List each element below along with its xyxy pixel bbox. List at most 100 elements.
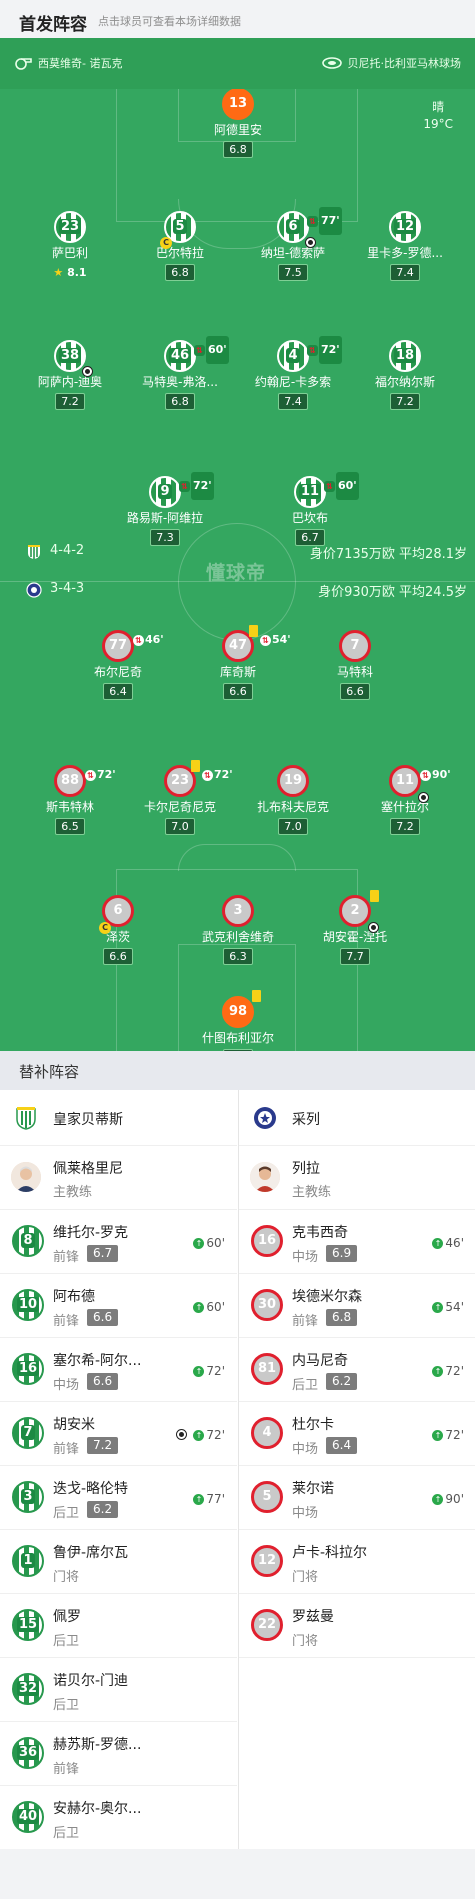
- sub-player-row[interactable]: 16 塞尔希-阿尔... 中场 6.6 ↑ 72': [0, 1338, 237, 1402]
- home-subs-column: 皇家贝蒂斯 佩莱格里尼 主教练 8 维托尔-罗克 前锋 6.7 ↑ 60' 10 阿布德 前锋 6…: [0, 1090, 237, 1850]
- away-coach-row[interactable]: 列拉 主教练: [239, 1146, 475, 1210]
- captain-icon: C: [99, 922, 111, 934]
- sub-player-row[interactable]: 5 莱尔诺 中场 ↑ 90': [239, 1466, 475, 1530]
- away-player[interactable]: 3 武克利舍维奇 6.3: [178, 895, 298, 965]
- player-number-badge: 16: [12, 1353, 44, 1385]
- home-player[interactable]: 6 ⇅ 77' 纳坦-德索萨 7.5: [233, 207, 353, 281]
- substitution-icon: ⇅: [324, 480, 335, 492]
- home-player[interactable]: 18 福尔纳尔斯 7.2: [345, 340, 465, 410]
- away-coach-role: 主教练: [292, 1185, 332, 1200]
- sub-player-position: 后卫: [53, 1826, 80, 1841]
- sub-player-row[interactable]: 40 安赫尔-奥尔... 后卫: [0, 1786, 237, 1850]
- player-number-badge: 5C: [160, 211, 196, 249]
- away-player[interactable]: 47 ⇅ 54' 库奇斯 6.6: [178, 625, 298, 700]
- away-player[interactable]: 98什图布利亚尔7.4: [178, 990, 298, 1051]
- substitution-marker: ⇅ 60': [324, 472, 359, 500]
- player-name: 福尔纳尔斯: [374, 375, 435, 389]
- sub-player-row[interactable]: 12 卢卡-科拉尔 门将: [239, 1530, 475, 1594]
- substitution-marker: ⇅ 72': [307, 336, 342, 364]
- player-rating: 6.8: [223, 141, 253, 158]
- sub-player-row[interactable]: 22 罗兹曼 门将: [239, 1594, 475, 1658]
- sub-player-name: 维托尔-罗克: [53, 1225, 129, 1241]
- player-rating: 7.4: [390, 264, 420, 281]
- header: 首发阵容 点击球员可查看本场详细数据: [0, 0, 475, 38]
- away-player[interactable]: 11 ⇅ 90' 塞什拉尔 7.2: [345, 765, 465, 835]
- home-player[interactable]: 13 阿德里安 6.8: [178, 89, 298, 158]
- pitch: 晴 19°C 4-4-2 身价7135万欧 平均28.1岁 懂球帝 3-4-3 …: [0, 89, 475, 1051]
- substitution-minute: 60': [206, 336, 229, 364]
- player-number-badge: 23 ⇅ 72': [164, 760, 233, 797]
- away-team-name: 采列: [292, 1112, 320, 1128]
- player-number: 2: [350, 903, 360, 918]
- home-team-row[interactable]: 皇家贝蒂斯: [0, 1090, 237, 1146]
- sub-in-minute: ↑ 54': [432, 1300, 464, 1314]
- sub-player-row[interactable]: 8 维托尔-罗克 前锋 6.7 ↑ 60': [0, 1210, 237, 1274]
- player-number-badge: 6C: [99, 895, 134, 934]
- player-name: 约翰尼-卡多索: [254, 375, 332, 389]
- away-team-row[interactable]: 采列: [239, 1090, 475, 1146]
- player-number-badge: 2: [339, 890, 379, 933]
- away-player[interactable]: 6 C 泽茨 6.6: [58, 895, 178, 965]
- player-rating: 6.3: [223, 948, 253, 965]
- sub-player-row[interactable]: 4 杜尔卡 中场 6.4 ↑ 72': [239, 1402, 475, 1466]
- substitution-marker: ⇅ 72': [179, 472, 214, 500]
- player-number-badge: 12: [389, 211, 421, 243]
- goal-ball-icon: [368, 922, 379, 933]
- player-number-badge: 36: [12, 1737, 44, 1769]
- sub-player-row[interactable]: 10 阿布德 前锋 6.6 ↑ 60': [0, 1274, 237, 1338]
- player-number: 46: [168, 348, 192, 363]
- home-player[interactable]: 12 里卡多-罗德... 7.4: [345, 211, 465, 281]
- subs-header: 替补阵容: [0, 1051, 475, 1090]
- home-player[interactable]: 9 ⇅ 72' 路易斯-阿维拉 7.3: [105, 472, 225, 546]
- player-number-badge: 7: [12, 1417, 44, 1449]
- home-player[interactable]: 38 阿萨内-迪奥 7.2: [10, 340, 130, 410]
- substitution-icon: ⇅: [420, 769, 431, 781]
- goal-ball-icon: [418, 792, 429, 803]
- sub-player-row[interactable]: 1 鲁伊-席尔瓦 门将: [0, 1530, 237, 1594]
- home-player[interactable]: 5 C 巴尔特拉 6.8: [120, 211, 240, 281]
- away-player[interactable]: 23 ⇅ 72' 卡尔尼奇尼克 7.0: [120, 760, 240, 835]
- substitution-icon: ⇅: [307, 215, 318, 227]
- away-player[interactable]: 7 马特科 6.6: [295, 630, 415, 700]
- away-player[interactable]: 88 ⇅ 72' 斯韦特林 6.5: [10, 765, 130, 835]
- substitution-minute: 72': [97, 768, 116, 781]
- away-player[interactable]: 77 ⇅ 46' 布尔尼奇 6.4: [58, 630, 178, 700]
- sub-player-row[interactable]: 3 迭戈-略伦特 后卫 6.2 ↑ 77': [0, 1466, 237, 1530]
- sub-player-rating: 6.4: [326, 1437, 358, 1454]
- player-rating: 7.7: [340, 948, 370, 965]
- sub-in-minute: ↑ 72': [432, 1428, 464, 1442]
- home-coach-row[interactable]: 佩莱格里尼 主教练: [0, 1146, 237, 1210]
- sub-in-arrow-icon: ↑: [432, 1429, 444, 1441]
- player-number: 8: [21, 1233, 35, 1248]
- away-player[interactable]: 19 扎布科夫尼克 7.0: [233, 765, 353, 835]
- sub-player-row[interactable]: 16 克韦西奇 中场 6.9 ↑ 46': [239, 1210, 475, 1274]
- player-name: 泽茨: [105, 930, 130, 944]
- sub-player-row[interactable]: 32 诺贝尔-门迪 后卫: [0, 1658, 237, 1722]
- player-name: 萨巴利: [51, 246, 88, 260]
- home-player[interactable]: 4 ⇅ 72' 约翰尼-卡多索 7.4: [233, 336, 353, 410]
- sub-player-row[interactable]: 7 胡安米 前锋 7.2 ↑ 72': [0, 1402, 237, 1466]
- player-rating: 7.2: [390, 818, 420, 835]
- player-number-badge: 10: [12, 1289, 44, 1321]
- substitution-marker: ⇅ 77': [307, 207, 342, 235]
- away-player[interactable]: 2 胡安霍-涅托 7.7: [295, 890, 415, 965]
- home-player[interactable]: 11 ⇅ 60' 巴坎布 6.7: [250, 472, 370, 546]
- bottom-arc: [178, 844, 296, 871]
- sub-player-row[interactable]: 15 佩罗 后卫: [0, 1594, 237, 1658]
- sub-in-minute-value: 72': [206, 1428, 225, 1442]
- player-number-badge: 23: [54, 211, 86, 243]
- sub-player-rating: 6.6: [87, 1309, 119, 1326]
- sub-in-minute-value: 72': [206, 1364, 225, 1378]
- player-rating: 6.6: [340, 683, 370, 700]
- home-player[interactable]: 46 ⇅ 60' 马特奥-弗洛... 6.8: [120, 336, 240, 410]
- sub-player-row[interactable]: 30 埃德米尔森 前锋 6.8 ↑ 54': [239, 1274, 475, 1338]
- sub-player-row[interactable]: 36 赫苏斯-罗德... 前锋: [0, 1722, 237, 1786]
- sub-player-rating: 6.7: [87, 1245, 119, 1262]
- player-number-badge: 15: [12, 1609, 44, 1641]
- sub-player-position: 后卫: [53, 1698, 80, 1713]
- player-number-badge: 40: [12, 1801, 44, 1833]
- home-player[interactable]: 23 萨巴利 ★ 8.1: [10, 211, 130, 280]
- sub-player-row[interactable]: 81 内马尼奇 后卫 6.2 ↑ 72': [239, 1338, 475, 1402]
- player-number: 23: [58, 219, 82, 234]
- player-number: 77: [108, 638, 128, 653]
